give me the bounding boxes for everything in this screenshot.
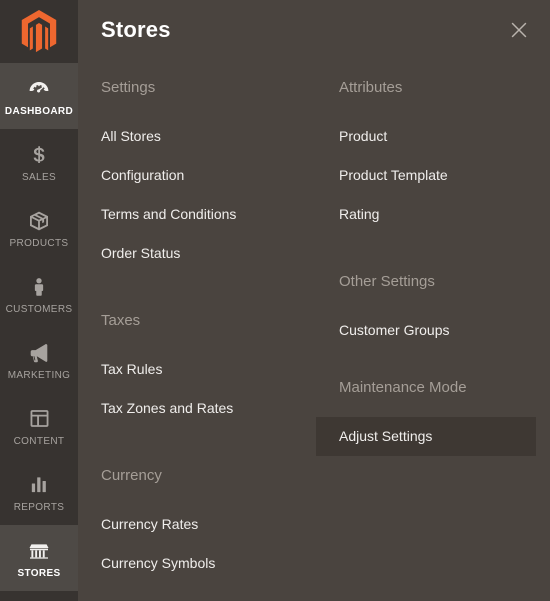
megaphone-icon: [26, 340, 52, 366]
menu-link-adjust-settings[interactable]: Adjust Settings: [316, 417, 536, 456]
menu-link-terms-and-conditions[interactable]: Terms and Conditions: [78, 195, 316, 234]
sidebar-item-customers[interactable]: CUSTOMERS: [0, 261, 78, 327]
sidebar-item-label: STORES: [17, 567, 61, 579]
admin-sidebar: DASHBOARD SALES PRODUCTS CUSTOMERS MARKE…: [0, 0, 78, 601]
group-heading: Settings: [101, 79, 156, 96]
store-awning-icon: [26, 538, 52, 564]
stores-flyout-panel: Stores Settings All Stores Configuration…: [78, 0, 550, 601]
group-divider: [316, 234, 536, 274]
menu-link-configuration[interactable]: Configuration: [78, 156, 316, 195]
person-icon: [26, 274, 52, 300]
menu-link-tax-rules[interactable]: Tax Rules: [78, 350, 316, 389]
dashboard-gauge-icon: [26, 76, 52, 102]
group-heading: Currency: [101, 467, 162, 484]
sidebar-item-label: REPORTS: [13, 501, 65, 513]
sidebar-item-content[interactable]: CONTENT: [0, 393, 78, 459]
bar-chart-icon: [26, 472, 52, 498]
menu-link-tax-zones-and-rates[interactable]: Tax Zones and Rates: [78, 389, 316, 428]
menu-link-order-status[interactable]: Order Status: [78, 234, 316, 273]
close-button[interactable]: [502, 13, 536, 47]
group-divider: [316, 350, 536, 380]
flyout-header: Stores: [78, 0, 550, 70]
sidebar-item-label: SALES: [22, 171, 56, 183]
sidebar-item-dashboard[interactable]: DASHBOARD: [0, 63, 78, 129]
menu-group-settings: Settings All Stores Configuration Terms …: [78, 80, 316, 273]
sidebar-item-label: PRODUCTS: [9, 237, 69, 249]
group-divider: [78, 428, 316, 468]
magento-logo-icon: [21, 9, 57, 52]
menu-link-rating[interactable]: Rating: [316, 195, 536, 234]
magento-logo[interactable]: [0, 0, 78, 63]
menu-group-currency: Currency Currency Rates Currency Symbols: [78, 468, 316, 583]
menu-group-other-settings: Other Settings Customer Groups: [316, 274, 536, 350]
sidebar-item-sales[interactable]: SALES: [0, 129, 78, 195]
menu-link-currency-rates[interactable]: Currency Rates: [78, 505, 316, 544]
sidebar-item-label: DASHBOARD: [4, 105, 74, 117]
sidebar-item-products[interactable]: PRODUCTS: [0, 195, 78, 261]
sidebar-item-marketing[interactable]: MARKETING: [0, 327, 78, 393]
sidebar-item-label: CUSTOMERS: [5, 303, 73, 315]
menu-group-taxes: Taxes Tax Rules Tax Zones and Rates: [78, 313, 316, 428]
sidebar-item-label: MARKETING: [7, 369, 71, 381]
magento-admin-stores-flyout: DASHBOARD SALES PRODUCTS CUSTOMERS MARKE…: [0, 0, 550, 601]
menu-link-customer-groups[interactable]: Customer Groups: [316, 311, 536, 350]
group-divider: [78, 273, 316, 313]
sidebar-item-label: CONTENT: [13, 435, 65, 447]
flyout-column-left: Settings All Stores Configuration Terms …: [78, 80, 316, 583]
group-heading: Taxes: [101, 312, 141, 329]
flyout-body: Settings All Stores Configuration Terms …: [78, 70, 550, 583]
page-title: Stores: [101, 17, 171, 42]
menu-link-currency-symbols[interactable]: Currency Symbols: [78, 544, 316, 583]
dollar-sign-icon: [26, 142, 52, 168]
sidebar-item-stores[interactable]: STORES: [0, 525, 78, 591]
sidebar-item-system[interactable]: SYSTEM: [0, 591, 78, 601]
close-x-icon: [511, 22, 527, 38]
menu-group-maintenance-mode: Maintenance Mode Adjust Settings: [316, 380, 536, 456]
menu-group-attributes: Attributes Product Product Template Rati…: [316, 80, 536, 234]
group-heading: Other Settings: [339, 273, 435, 290]
menu-link-product-template[interactable]: Product Template: [316, 156, 536, 195]
group-heading: Attributes: [339, 79, 403, 96]
group-heading: Maintenance Mode: [339, 379, 467, 396]
menu-link-all-stores[interactable]: All Stores: [78, 117, 316, 156]
layout-page-icon: [26, 406, 52, 432]
box-package-icon: [26, 208, 52, 234]
sidebar-item-reports[interactable]: REPORTS: [0, 459, 78, 525]
menu-link-product[interactable]: Product: [316, 117, 536, 156]
flyout-column-right: Attributes Product Product Template Rati…: [316, 80, 536, 583]
